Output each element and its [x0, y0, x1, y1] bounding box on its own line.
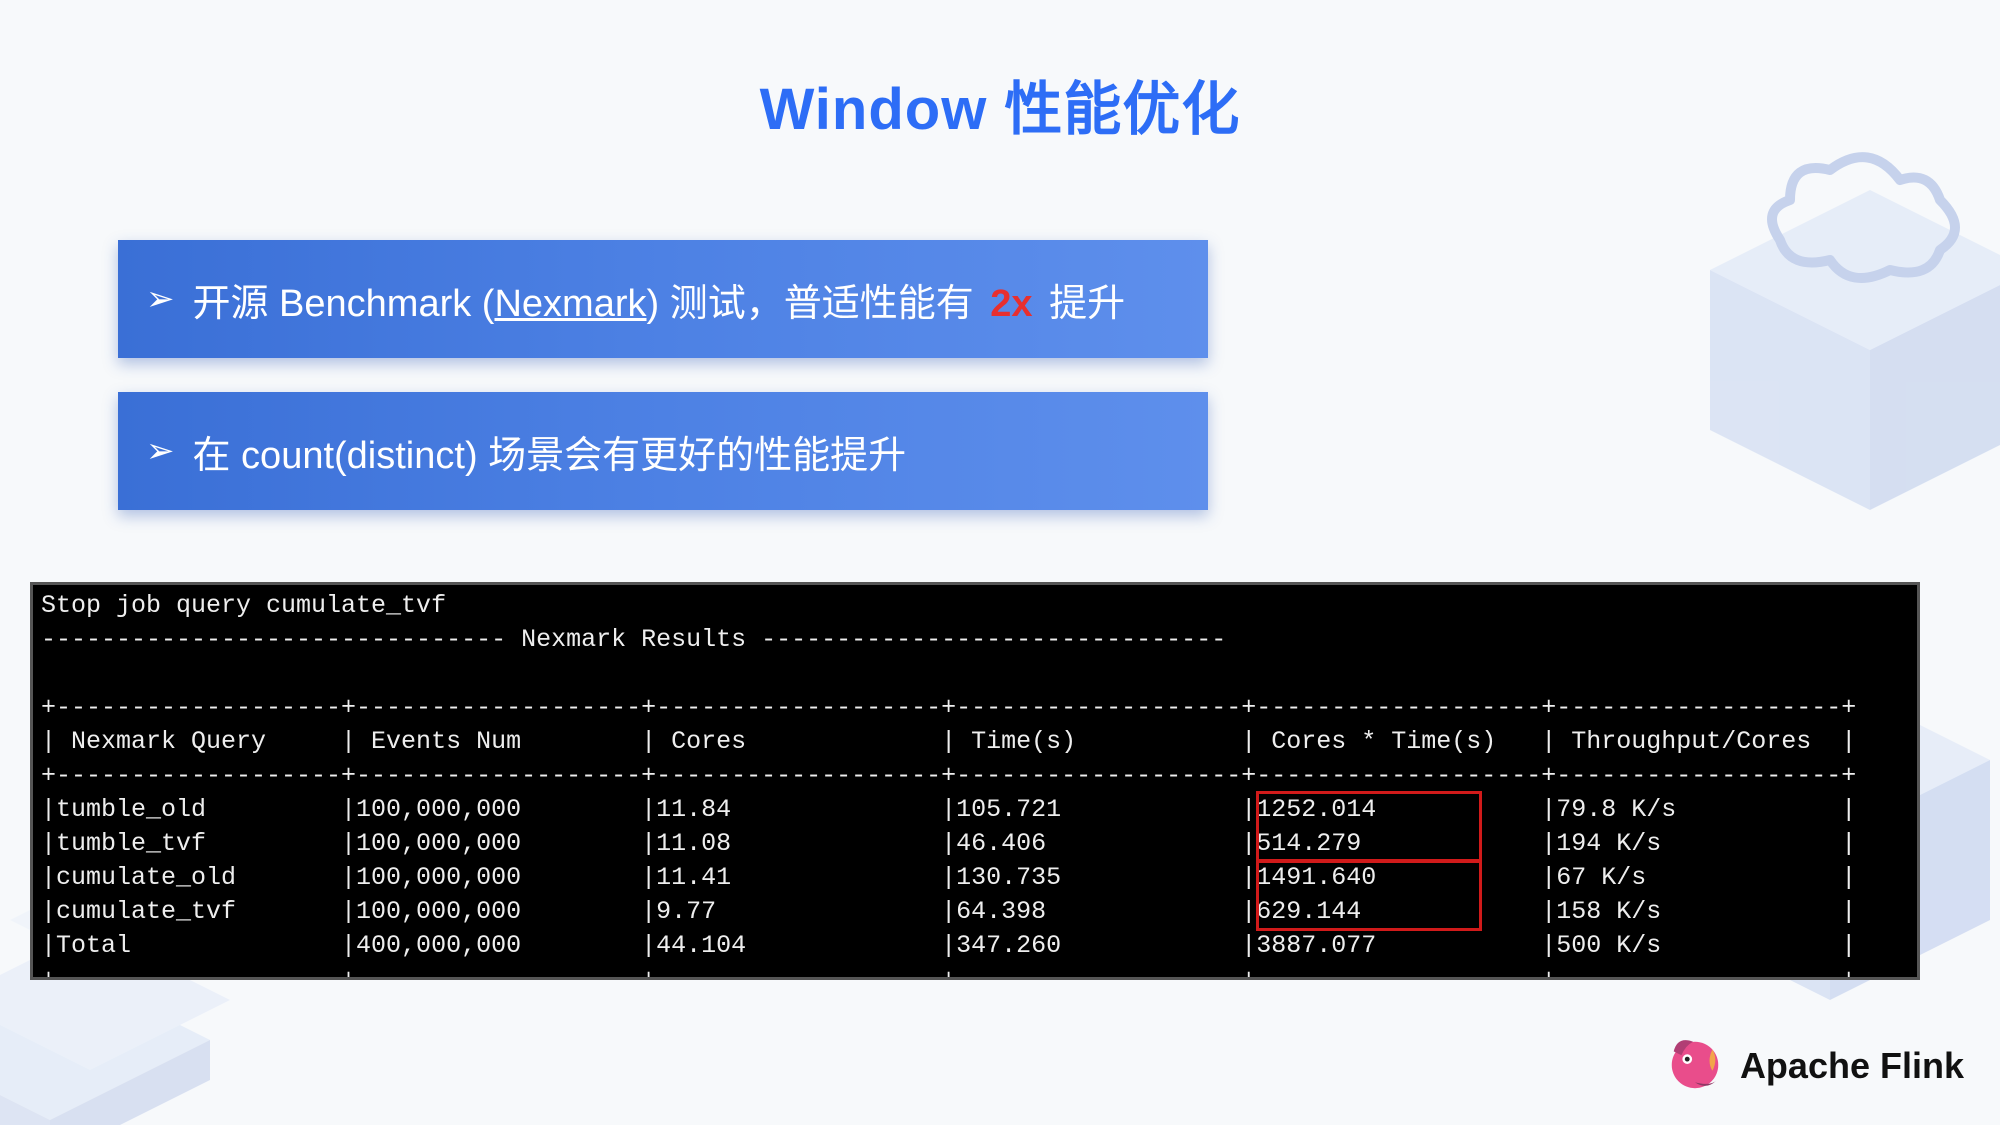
b1-pre: 开源 Benchmark ( — [193, 283, 495, 325]
bullet-arrow-icon: ➢ — [146, 282, 175, 316]
b1-link: Nexmark — [494, 283, 646, 325]
b1-mid: ) 测试，普适性能有 — [647, 283, 985, 325]
b1-post: 提升 — [1039, 283, 1126, 325]
bullet-benchmark-text: 开源 Benchmark (Nexmark) 测试，普适性能有 2x 提升 — [193, 272, 1126, 327]
bullet-count-distinct: ➢ 在 count(distinct) 场景会有更好的性能提升 — [118, 392, 1208, 510]
b1-red: 2x — [990, 283, 1032, 325]
terminal-output: Stop job query cumulate_tvf ------------… — [30, 582, 1920, 980]
bullet-arrow-icon: ➢ — [146, 434, 175, 468]
footer-brand-text: Apache Flink — [1740, 1045, 1964, 1087]
terminal-highlight — [1256, 791, 1482, 863]
flink-squirrel-icon — [1664, 1032, 1726, 1099]
footer-logo: Apache Flink — [1664, 1032, 1964, 1099]
bullet-count-distinct-text: 在 count(distinct) 场景会有更好的性能提升 — [193, 424, 907, 479]
terminal-highlight — [1256, 859, 1482, 931]
slide-title: Window 性能优化 — [0, 62, 2000, 146]
bullet-benchmark: ➢ 开源 Benchmark (Nexmark) 测试，普适性能有 2x 提升 — [118, 240, 1208, 358]
